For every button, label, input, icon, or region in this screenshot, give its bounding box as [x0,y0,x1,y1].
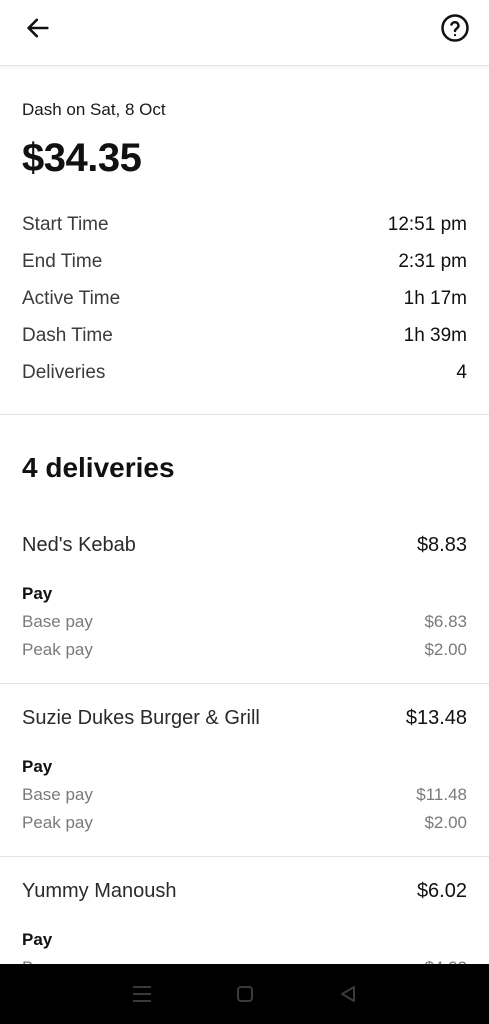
question-circle-icon [441,14,469,42]
back-button[interactable] [22,12,54,44]
stat-row-end-time: End Time 2:31 pm [22,243,467,280]
delivery-total: $6.02 [416,880,467,902]
pay-label: Pay [22,930,53,949]
stat-value: 12:51 pm [387,213,467,235]
delivery-header: Yummy Manoush $6.02 [22,880,467,903]
recent-apps-button[interactable] [122,974,162,1014]
pay-line-value: $11.48 [416,785,467,804]
pay-line-value: $6.83 [424,612,467,631]
dash-total-earnings: $34.35 [22,136,142,180]
store-name: Suzie Dukes Burger & Grill [22,707,260,729]
stat-label: End Time [22,250,103,272]
delivery-divider [0,856,489,857]
dash-date: Dash on Sat, 8 Oct [22,100,166,119]
menu-icon [132,986,151,1002]
stat-row-dash-time: Dash Time 1h 39m [22,317,467,354]
system-navigation-bar [0,964,489,1024]
stat-row-deliveries: Deliveries 4 [22,354,467,391]
stat-value: 1h 39m [403,324,467,346]
delivery-card[interactable]: Suzie Dukes Burger & Grill $13.48 Pay Ba… [0,693,489,857]
pay-line-base: Base pay $6.83 [22,612,467,632]
pay-label: Pay [22,584,53,603]
pay-line-peak: Peak pay $2.00 [22,640,467,660]
pay-label: Pay [22,757,53,776]
delivery-header: Suzie Dukes Burger & Grill $13.48 [22,707,467,730]
stat-label: Dash Time [22,324,113,346]
delivery-card[interactable]: Yummy Manoush $6.02 Pay Base pay $4.02 [0,866,489,966]
dash-stats: Start Time 12:51 pm End Time 2:31 pm Act… [22,206,467,391]
arrow-left-icon [27,18,49,38]
help-button[interactable] [439,12,471,44]
delivery-header: Ned's Kebab $8.83 [22,534,467,557]
stat-value: 4 [456,361,467,383]
stat-label: Start Time [22,213,109,235]
back-triangle-icon [340,986,355,1002]
stat-label: Deliveries [22,361,106,383]
pay-line-label: Peak pay [22,640,93,659]
home-square-icon [236,986,253,1002]
section-divider [0,414,489,415]
store-name: Ned's Kebab [22,534,136,556]
home-button[interactable] [225,974,265,1014]
deliveries-heading: 4 deliveries [22,452,175,483]
stat-row-start-time: Start Time 12:51 pm [22,206,467,243]
pay-line-label: Peak pay [22,813,93,832]
system-back-button[interactable] [328,974,368,1014]
stat-value: 2:31 pm [398,250,467,272]
stat-value: 1h 17m [403,287,467,309]
top-app-bar [0,0,489,66]
stat-label: Active Time [22,287,121,309]
delivery-total: $13.48 [405,707,467,729]
pay-line-peak: Peak pay $2.00 [22,813,467,833]
pay-line-value: $2.00 [424,813,467,832]
stat-row-active-time: Active Time 1h 17m [22,280,467,317]
delivery-total: $8.83 [416,534,467,556]
pay-line-label: Base pay [22,785,93,804]
pay-line-value: $2.00 [424,640,467,659]
store-name: Yummy Manoush [22,880,177,902]
delivery-divider [0,683,489,684]
pay-line-label: Base pay [22,612,93,631]
delivery-card[interactable]: Ned's Kebab $8.83 Pay Base pay $6.83 Pea… [0,520,489,684]
pay-line-base: Base pay $11.48 [22,785,467,805]
